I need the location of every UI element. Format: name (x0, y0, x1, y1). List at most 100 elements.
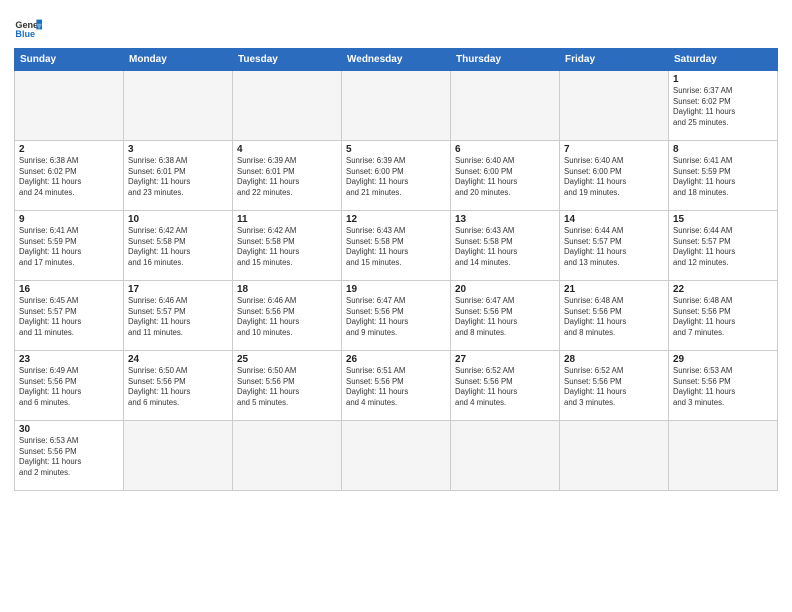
calendar-cell: 13Sunrise: 6:43 AM Sunset: 5:58 PM Dayli… (451, 211, 560, 281)
day-number: 14 (564, 214, 664, 225)
calendar-cell: 28Sunrise: 6:52 AM Sunset: 5:56 PM Dayli… (560, 351, 669, 421)
calendar-cell (124, 421, 233, 491)
calendar-cell: 17Sunrise: 6:46 AM Sunset: 5:57 PM Dayli… (124, 281, 233, 351)
day-number: 28 (564, 354, 664, 365)
day-info: Sunrise: 6:48 AM Sunset: 5:56 PM Dayligh… (564, 296, 664, 338)
calendar-week-row: 30Sunrise: 6:53 AM Sunset: 5:56 PM Dayli… (15, 421, 778, 491)
calendar-cell (451, 421, 560, 491)
day-info: Sunrise: 6:41 AM Sunset: 5:59 PM Dayligh… (19, 226, 119, 268)
day-info: Sunrise: 6:50 AM Sunset: 5:56 PM Dayligh… (128, 366, 228, 408)
calendar-cell: 22Sunrise: 6:48 AM Sunset: 5:56 PM Dayli… (669, 281, 778, 351)
calendar-week-row: 2Sunrise: 6:38 AM Sunset: 6:02 PM Daylig… (15, 141, 778, 211)
weekday-header-saturday: Saturday (669, 49, 778, 71)
calendar-cell: 30Sunrise: 6:53 AM Sunset: 5:56 PM Dayli… (15, 421, 124, 491)
day-number: 17 (128, 284, 228, 295)
weekday-header-row: SundayMondayTuesdayWednesdayThursdayFrid… (15, 49, 778, 71)
day-info: Sunrise: 6:39 AM Sunset: 6:00 PM Dayligh… (346, 156, 446, 198)
calendar-cell (342, 71, 451, 141)
calendar-cell (451, 71, 560, 141)
calendar-table: SundayMondayTuesdayWednesdayThursdayFrid… (14, 48, 778, 491)
day-number: 13 (455, 214, 555, 225)
calendar-cell (233, 71, 342, 141)
calendar-cell: 29Sunrise: 6:53 AM Sunset: 5:56 PM Dayli… (669, 351, 778, 421)
day-number: 19 (346, 284, 446, 295)
calendar-week-row: 9Sunrise: 6:41 AM Sunset: 5:59 PM Daylig… (15, 211, 778, 281)
calendar-week-row: 16Sunrise: 6:45 AM Sunset: 5:57 PM Dayli… (15, 281, 778, 351)
calendar-cell: 24Sunrise: 6:50 AM Sunset: 5:56 PM Dayli… (124, 351, 233, 421)
calendar-cell: 12Sunrise: 6:43 AM Sunset: 5:58 PM Dayli… (342, 211, 451, 281)
logo: General Blue (14, 14, 46, 42)
day-info: Sunrise: 6:50 AM Sunset: 5:56 PM Dayligh… (237, 366, 337, 408)
calendar-cell: 23Sunrise: 6:49 AM Sunset: 5:56 PM Dayli… (15, 351, 124, 421)
calendar-cell (15, 71, 124, 141)
day-info: Sunrise: 6:46 AM Sunset: 5:57 PM Dayligh… (128, 296, 228, 338)
day-number: 23 (19, 354, 119, 365)
day-number: 21 (564, 284, 664, 295)
day-number: 24 (128, 354, 228, 365)
weekday-header-sunday: Sunday (15, 49, 124, 71)
day-info: Sunrise: 6:52 AM Sunset: 5:56 PM Dayligh… (564, 366, 664, 408)
day-number: 4 (237, 144, 337, 155)
header: General Blue (14, 10, 778, 42)
day-info: Sunrise: 6:52 AM Sunset: 5:56 PM Dayligh… (455, 366, 555, 408)
calendar-cell: 21Sunrise: 6:48 AM Sunset: 5:56 PM Dayli… (560, 281, 669, 351)
calendar-cell: 8Sunrise: 6:41 AM Sunset: 5:59 PM Daylig… (669, 141, 778, 211)
calendar-cell (560, 421, 669, 491)
day-info: Sunrise: 6:40 AM Sunset: 6:00 PM Dayligh… (455, 156, 555, 198)
day-info: Sunrise: 6:44 AM Sunset: 5:57 PM Dayligh… (673, 226, 773, 268)
day-number: 9 (19, 214, 119, 225)
day-number: 12 (346, 214, 446, 225)
calendar-week-row: 1Sunrise: 6:37 AM Sunset: 6:02 PM Daylig… (15, 71, 778, 141)
day-info: Sunrise: 6:48 AM Sunset: 5:56 PM Dayligh… (673, 296, 773, 338)
day-number: 29 (673, 354, 773, 365)
day-number: 6 (455, 144, 555, 155)
weekday-header-thursday: Thursday (451, 49, 560, 71)
calendar-cell: 15Sunrise: 6:44 AM Sunset: 5:57 PM Dayli… (669, 211, 778, 281)
day-info: Sunrise: 6:39 AM Sunset: 6:01 PM Dayligh… (237, 156, 337, 198)
day-number: 22 (673, 284, 773, 295)
day-number: 30 (19, 424, 119, 435)
day-info: Sunrise: 6:41 AM Sunset: 5:59 PM Dayligh… (673, 156, 773, 198)
calendar-cell: 6Sunrise: 6:40 AM Sunset: 6:00 PM Daylig… (451, 141, 560, 211)
page: General Blue SundayMondayTuesdayWednesda… (0, 0, 792, 612)
day-number: 20 (455, 284, 555, 295)
day-info: Sunrise: 6:43 AM Sunset: 5:58 PM Dayligh… (346, 226, 446, 268)
calendar-cell: 19Sunrise: 6:47 AM Sunset: 5:56 PM Dayli… (342, 281, 451, 351)
calendar-cell (342, 421, 451, 491)
day-number: 25 (237, 354, 337, 365)
calendar-cell: 18Sunrise: 6:46 AM Sunset: 5:56 PM Dayli… (233, 281, 342, 351)
calendar-cell: 3Sunrise: 6:38 AM Sunset: 6:01 PM Daylig… (124, 141, 233, 211)
day-info: Sunrise: 6:44 AM Sunset: 5:57 PM Dayligh… (564, 226, 664, 268)
calendar-cell: 9Sunrise: 6:41 AM Sunset: 5:59 PM Daylig… (15, 211, 124, 281)
day-info: Sunrise: 6:43 AM Sunset: 5:58 PM Dayligh… (455, 226, 555, 268)
calendar-cell: 16Sunrise: 6:45 AM Sunset: 5:57 PM Dayli… (15, 281, 124, 351)
calendar-week-row: 23Sunrise: 6:49 AM Sunset: 5:56 PM Dayli… (15, 351, 778, 421)
day-number: 3 (128, 144, 228, 155)
calendar-cell: 2Sunrise: 6:38 AM Sunset: 6:02 PM Daylig… (15, 141, 124, 211)
day-number: 8 (673, 144, 773, 155)
day-info: Sunrise: 6:51 AM Sunset: 5:56 PM Dayligh… (346, 366, 446, 408)
day-info: Sunrise: 6:42 AM Sunset: 5:58 PM Dayligh… (128, 226, 228, 268)
calendar-cell: 4Sunrise: 6:39 AM Sunset: 6:01 PM Daylig… (233, 141, 342, 211)
day-number: 10 (128, 214, 228, 225)
day-number: 18 (237, 284, 337, 295)
calendar-cell: 1Sunrise: 6:37 AM Sunset: 6:02 PM Daylig… (669, 71, 778, 141)
calendar-cell: 14Sunrise: 6:44 AM Sunset: 5:57 PM Dayli… (560, 211, 669, 281)
day-number: 7 (564, 144, 664, 155)
calendar-cell: 26Sunrise: 6:51 AM Sunset: 5:56 PM Dayli… (342, 351, 451, 421)
day-number: 15 (673, 214, 773, 225)
calendar-cell: 10Sunrise: 6:42 AM Sunset: 5:58 PM Dayli… (124, 211, 233, 281)
day-number: 1 (673, 74, 773, 85)
day-info: Sunrise: 6:45 AM Sunset: 5:57 PM Dayligh… (19, 296, 119, 338)
calendar-cell (560, 71, 669, 141)
day-number: 11 (237, 214, 337, 225)
day-info: Sunrise: 6:53 AM Sunset: 5:56 PM Dayligh… (673, 366, 773, 408)
calendar-cell: 25Sunrise: 6:50 AM Sunset: 5:56 PM Dayli… (233, 351, 342, 421)
day-number: 16 (19, 284, 119, 295)
calendar-cell: 7Sunrise: 6:40 AM Sunset: 6:00 PM Daylig… (560, 141, 669, 211)
day-number: 2 (19, 144, 119, 155)
day-info: Sunrise: 6:47 AM Sunset: 5:56 PM Dayligh… (346, 296, 446, 338)
logo-icon: General Blue (14, 14, 42, 42)
day-number: 27 (455, 354, 555, 365)
calendar-cell: 11Sunrise: 6:42 AM Sunset: 5:58 PM Dayli… (233, 211, 342, 281)
